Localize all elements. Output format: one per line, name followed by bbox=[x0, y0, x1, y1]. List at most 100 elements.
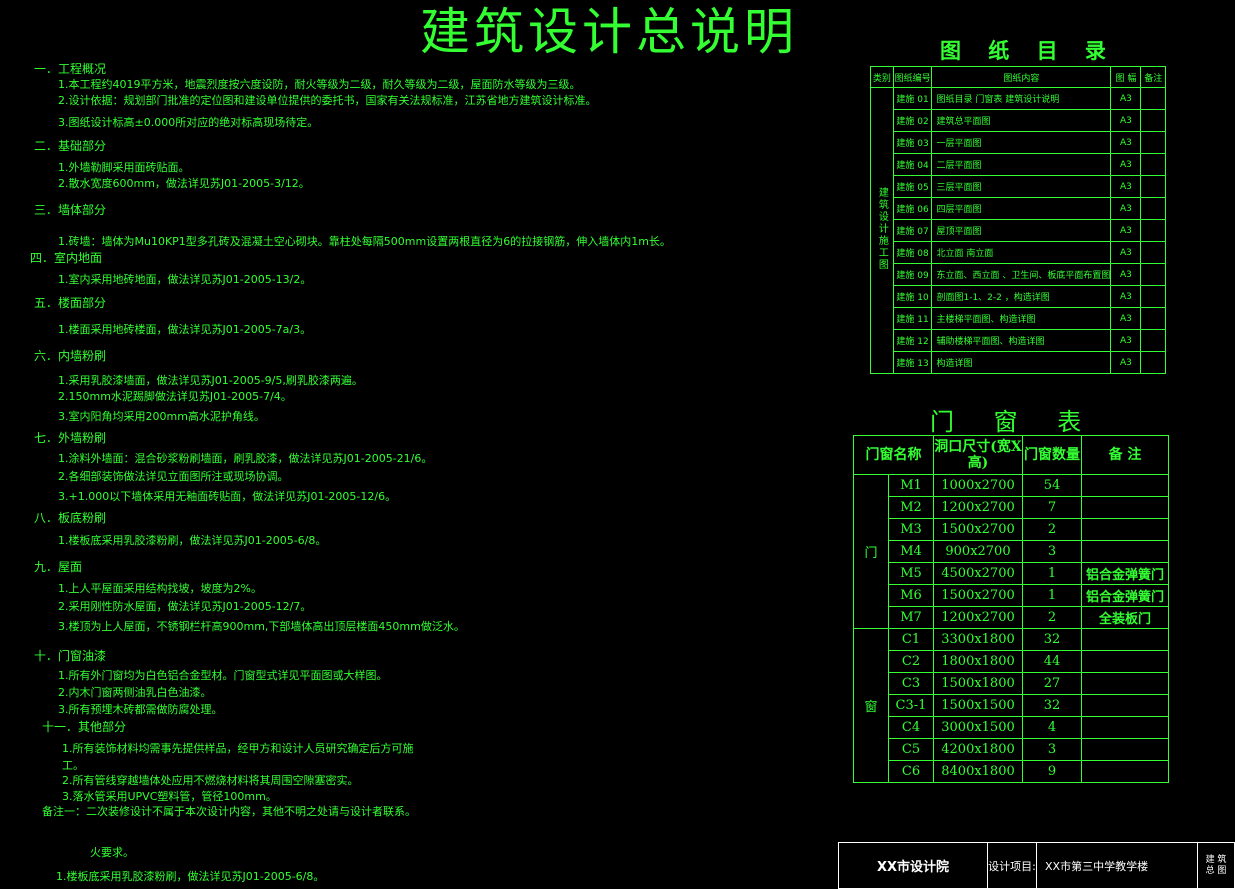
drawing-number: 建施 01 bbox=[892, 87, 933, 110]
drawing-remark bbox=[1140, 329, 1166, 352]
drawing-remark bbox=[1140, 285, 1166, 308]
drawing-header: 图纸内容 bbox=[931, 66, 1112, 88]
opening-count: 2 bbox=[1022, 518, 1082, 541]
opening-remark bbox=[1081, 474, 1169, 497]
opening-remark bbox=[1081, 628, 1169, 651]
opening-count: 7 bbox=[1022, 496, 1082, 519]
note-line: 2.散水宽度600mm，做法详见苏J01-2005-3/12。 bbox=[58, 177, 310, 190]
drawing-remark bbox=[1140, 175, 1166, 198]
opening-count: 54 bbox=[1022, 474, 1082, 497]
opening-code: C5 bbox=[888, 738, 934, 761]
drawing-number: 建施 11 bbox=[892, 307, 933, 330]
table-row: C2 1800x1800 44 bbox=[854, 650, 1169, 673]
table-row: C4 3000x1500 4 bbox=[854, 716, 1169, 739]
opening-count: 9 bbox=[1022, 760, 1082, 783]
drawing-size: A3 bbox=[1110, 131, 1142, 154]
note-heading: 六．内墙粉刷 bbox=[34, 349, 107, 363]
note-line: 1.所有装饰材料均需事先提供样品，经甲方和设计人员研究确定后方可施 bbox=[62, 742, 414, 755]
note-line: 2.采用刚性防水屋面，做法详见苏J01-2005-12/7。 bbox=[58, 600, 312, 613]
opening-remark bbox=[1081, 694, 1169, 717]
drawing-number: 建施 04 bbox=[892, 153, 933, 176]
opening-count: 2 bbox=[1022, 606, 1082, 629]
drawing-size: A3 bbox=[1110, 109, 1142, 132]
drawing-content: 二层平面图 bbox=[931, 153, 1112, 176]
project-label: 设计项目: bbox=[987, 842, 1037, 889]
drawing-category: 建筑设计施工图 bbox=[876, 187, 888, 271]
drawing-remark bbox=[1140, 241, 1166, 264]
opening-size: 8400x1800 bbox=[933, 760, 1023, 783]
drawing-header: 类别 bbox=[870, 66, 894, 88]
table-row: 窗 C1 3300x1800 32 bbox=[853, 628, 1169, 783]
note-line: 3.落水管采用UPVC塑料管，管径100mm。 bbox=[62, 790, 277, 803]
opening-remark bbox=[1081, 496, 1169, 519]
note-line: 3.楼顶为上人屋面，不锈钢栏杆高900mm,下部墙体高出顶层楼面450mm做泛水… bbox=[58, 620, 465, 633]
drawing-remark bbox=[1140, 351, 1166, 374]
note-line: 工。 bbox=[62, 759, 84, 772]
opening-code: M6 bbox=[888, 584, 934, 607]
opening-code: C1 bbox=[888, 628, 934, 651]
note-heading: 五．楼面部分 bbox=[34, 296, 107, 310]
note-heading: 十一．其他部分 bbox=[42, 720, 127, 734]
drawing-remark bbox=[1140, 197, 1166, 220]
drawing-number: 建施 06 bbox=[892, 197, 933, 220]
note-heading: 一．工程概况 bbox=[34, 62, 107, 76]
table-row: M7 1200x2700 2 全装板门 bbox=[854, 606, 1169, 629]
drawings-title: 图 纸 目 录 bbox=[940, 38, 1116, 63]
drawing-header: 备注 bbox=[1140, 66, 1166, 88]
table-row: 建施 02 建筑总平面图 A3 bbox=[871, 109, 1166, 132]
drawing-remark bbox=[1140, 131, 1166, 154]
table-row: 门 M1 1000x2700 54 bbox=[853, 474, 1169, 629]
drawing-size: A3 bbox=[1110, 153, 1142, 176]
opening-count: 1 bbox=[1022, 562, 1082, 585]
table-row: 建施 07 屋顶平面图 A3 bbox=[871, 219, 1166, 242]
table-row: 建施 12 辅助楼梯平面图、构造详图 A3 bbox=[871, 329, 1166, 352]
table-row: 建施 08 北立面 南立面 A3 bbox=[871, 241, 1166, 264]
opening-size: 1200x2700 bbox=[933, 606, 1023, 629]
opening-code: M3 bbox=[888, 518, 934, 541]
opening-size: 1500x1800 bbox=[933, 672, 1023, 695]
drawing-content: 剖面图1-1、2-2 ，构造详图 bbox=[931, 285, 1112, 308]
table-row: 建施 03 一层平面图 A3 bbox=[871, 131, 1166, 154]
drawing-header: 图纸编号 bbox=[892, 66, 933, 88]
drawing-number: 建施 02 bbox=[892, 109, 933, 132]
opening-size: 4500x2700 bbox=[933, 562, 1023, 585]
table-row: 建施 05 三层平面图 A3 bbox=[871, 175, 1166, 198]
note-line: 3.图纸设计标高±0.000所对应的绝对标高现场待定。 bbox=[58, 116, 319, 129]
drawing-number: 建施 07 bbox=[892, 219, 933, 242]
drawing-number: 建施 12 bbox=[892, 329, 933, 352]
note-line: 3.+1.000以下墙体采用无釉面砖贴面，做法详见苏J01-2005-12/6。 bbox=[58, 490, 397, 503]
drawing-content: 主楼梯平面图、构造详图 bbox=[931, 307, 1112, 330]
opening-code: C6 bbox=[888, 760, 934, 783]
opening-size: 3300x1800 bbox=[933, 628, 1023, 651]
drawing-number: 建施 10 bbox=[892, 285, 933, 308]
opening-remark bbox=[1081, 540, 1169, 563]
note-line: 1.楼面采用地砖楼面，做法详见苏J01-2005-7a/3。 bbox=[58, 323, 312, 336]
note-line: 3.室内阳角均采用200mm高水泥护角线。 bbox=[58, 410, 265, 423]
opening-remark bbox=[1081, 738, 1169, 761]
extra-note: 备注一：二次装修设计不属于本次设计内容，其他不明之处请与设计者联系。 bbox=[42, 805, 416, 818]
note-line: 1.外墙勒脚采用面砖贴面。 bbox=[58, 161, 190, 174]
drawing-size: A3 bbox=[1110, 87, 1142, 110]
table-row: M3 1500x2700 2 bbox=[854, 518, 1169, 541]
opening-size: 1500x1500 bbox=[933, 694, 1023, 717]
note-heading: 七．外墙粉刷 bbox=[34, 431, 107, 445]
door-group-label: 门 bbox=[853, 474, 889, 629]
drawing-content: 北立面 南立面 bbox=[931, 241, 1112, 264]
opening-remark: 铝合金弹簧门 bbox=[1081, 584, 1169, 607]
opening-size: 1500x2700 bbox=[933, 518, 1023, 541]
title-block: XX市设计院 设计项目: XX市第三中学教学楼 建 筑 总 图 bbox=[838, 842, 1235, 889]
opening-code: C4 bbox=[888, 716, 934, 739]
drawing-size: A3 bbox=[1110, 241, 1142, 264]
drawing-content: 一层平面图 bbox=[931, 131, 1112, 154]
opening-remark bbox=[1081, 760, 1169, 783]
table-row: 建施 11 主楼梯平面图、构造详图 A3 bbox=[871, 307, 1166, 330]
note-line: 3.所有预埋木砖都需做防腐处理。 bbox=[58, 703, 223, 716]
table-row: 建施 10 剖面图1-1、2-2 ，构造详图 A3 bbox=[871, 285, 1166, 308]
note-line: 2.150mm水泥踢脚做法详见苏J01-2005-7/4。 bbox=[58, 390, 292, 403]
table-row: M2 1200x2700 7 bbox=[854, 496, 1169, 519]
drawing-content: 四层平面图 bbox=[931, 197, 1112, 220]
drawing-size: A3 bbox=[1110, 197, 1142, 220]
drawing-number: 建施 03 bbox=[892, 131, 933, 154]
door-table-header: 备 注 bbox=[1081, 435, 1169, 475]
opening-remark bbox=[1081, 518, 1169, 541]
